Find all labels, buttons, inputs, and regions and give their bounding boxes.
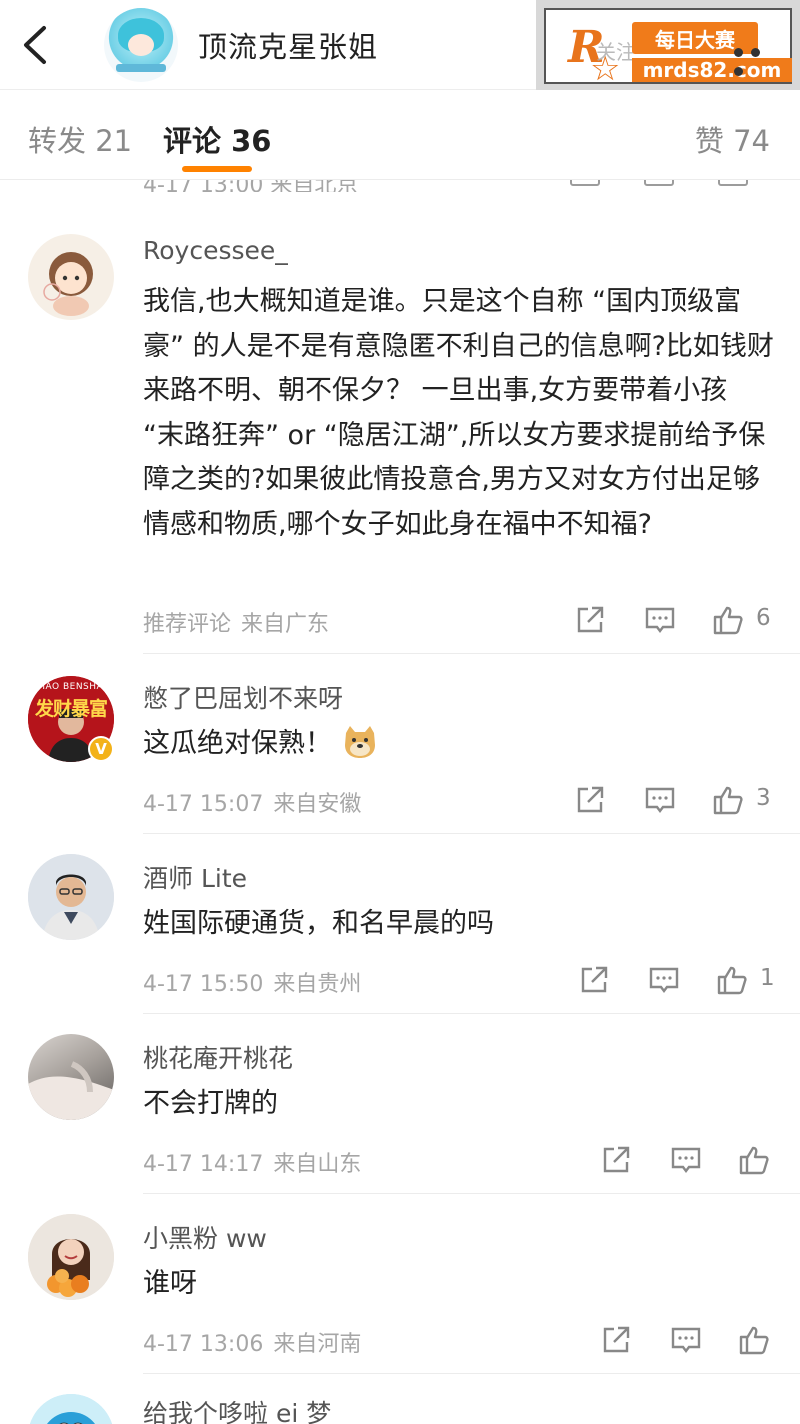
tab-comments[interactable]: 评论 36 (163, 118, 271, 160)
divider (143, 1013, 800, 1014)
avatar[interactable] (28, 1214, 114, 1300)
comment-meta: 4-17 13:00 来自北京 (143, 180, 358, 192)
comment-author[interactable]: Roycessee_ (143, 236, 288, 265)
like-icon[interactable] (738, 1324, 770, 1356)
divider (143, 1193, 800, 1194)
comment-time: 4-17 13:06 (143, 1332, 264, 1357)
comment-source: 来自广东 (241, 612, 330, 637)
like-count: 3 (756, 785, 771, 811)
comment-text: 我信,也大概知道是谁。只是这个自称 “国内顶级富豪” 的人是不是有意隐匿不利自己… (143, 286, 774, 540)
comment-meta: 4-17 15:50 来自贵州 (143, 966, 361, 998)
top-bar: 顶流克星张姐 R ☆ 关注 每日大赛 mrds82.com (0, 0, 800, 90)
watermark-url: mrds82.com (642, 58, 782, 82)
tab-forward[interactable]: 转发 21 (28, 118, 132, 160)
comment-meta: 4-17 15:07 来自安徽 (143, 786, 361, 818)
comment-time: 4-17 15:50 (143, 972, 264, 997)
like-icon[interactable] (712, 604, 744, 636)
comment-text: 这瓜绝对保熟！ (143, 728, 332, 759)
comment-source: 来自安徽 (273, 792, 362, 817)
like-count: 6 (756, 605, 771, 631)
share-icon[interactable] (570, 180, 600, 186)
verified-badge-icon: V (88, 736, 114, 762)
doge-emoji-icon (345, 725, 375, 758)
comment-meta: 4-17 13:06 来自河南 (143, 1326, 361, 1358)
back-arrow-icon[interactable] (18, 24, 58, 66)
comment-author[interactable]: 桃花庵开桃花 (143, 1039, 293, 1075)
avatar[interactable] (28, 854, 114, 940)
comment-meta: 推荐评论 来自广东 (143, 606, 329, 638)
share-icon[interactable] (578, 964, 610, 996)
comment-icon[interactable] (670, 1324, 702, 1356)
avatar-caption: ZHAO BENSHAN (31, 682, 111, 692)
more-icon[interactable] (734, 42, 784, 76)
page-avatar[interactable] (104, 8, 178, 82)
comment-time: 推荐评论 (143, 612, 232, 637)
like-icon[interactable] (712, 784, 744, 816)
tab-bar: 转发 21 评论 36 赞 74 (0, 90, 800, 180)
comment-source: 来自河南 (273, 1332, 362, 1357)
like-count: 2 (570, 190, 584, 192)
tab-likes[interactable]: 赞 74 (695, 118, 770, 160)
comment-icon[interactable] (670, 1144, 702, 1176)
comment-text: 姓国际硬通货，和名早晨的吗 (143, 908, 494, 939)
comment-text-row: 这瓜绝对保熟！ (143, 722, 775, 767)
comment-author[interactable]: 憋了巴屈划不来呀 (143, 679, 343, 715)
like-icon[interactable] (716, 964, 748, 996)
comment-text: 不会打牌的 (143, 1088, 278, 1119)
previous-comment-partial: 4-17 13:00 来自北京 2 (0, 180, 800, 192)
share-icon[interactable] (574, 604, 606, 636)
comment-meta: 4-17 14:17 来自山东 (143, 1146, 361, 1178)
divider (143, 833, 800, 834)
watermark-overlay: R ☆ 关注 每日大赛 mrds82.com (536, 0, 800, 90)
comment-icon[interactable] (644, 784, 676, 816)
comment-time: 4-17 15:07 (143, 792, 264, 817)
page-title[interactable]: 顶流克星张姐 (198, 24, 378, 66)
comment-icon[interactable] (644, 604, 676, 636)
comment-source: 来自山东 (273, 1152, 362, 1177)
share-icon[interactable] (600, 1144, 632, 1176)
avatar[interactable] (28, 234, 114, 320)
avatar[interactable] (28, 1034, 114, 1120)
divider (143, 653, 800, 654)
share-icon[interactable] (600, 1324, 632, 1356)
comment-author[interactable]: 给我个哆啦 ei 梦 (143, 1394, 331, 1424)
avatar-caption-main: 发财暴富 (34, 698, 108, 720)
like-icon[interactable] (738, 1144, 770, 1176)
comment-time: 4-17 14:17 (143, 1152, 264, 1177)
comment-source: 来自贵州 (273, 972, 362, 997)
avatar[interactable] (28, 1394, 114, 1424)
comment-author[interactable]: 小黑粉 ww (143, 1219, 267, 1255)
follow-label[interactable]: 关注 (596, 36, 636, 65)
share-icon[interactable] (574, 784, 606, 816)
comment-item: 给我个哆啦 ei 梦 (0, 1374, 800, 1424)
comment-icon[interactable] (648, 964, 680, 996)
like-count: 1 (760, 965, 775, 991)
active-tab-indicator (182, 166, 252, 172)
comment-author[interactable]: 酒师 Lite (143, 859, 247, 895)
like-icon[interactable] (718, 180, 748, 186)
comment-text: 谁呀 (143, 1268, 197, 1299)
comment-icon[interactable] (644, 180, 674, 186)
